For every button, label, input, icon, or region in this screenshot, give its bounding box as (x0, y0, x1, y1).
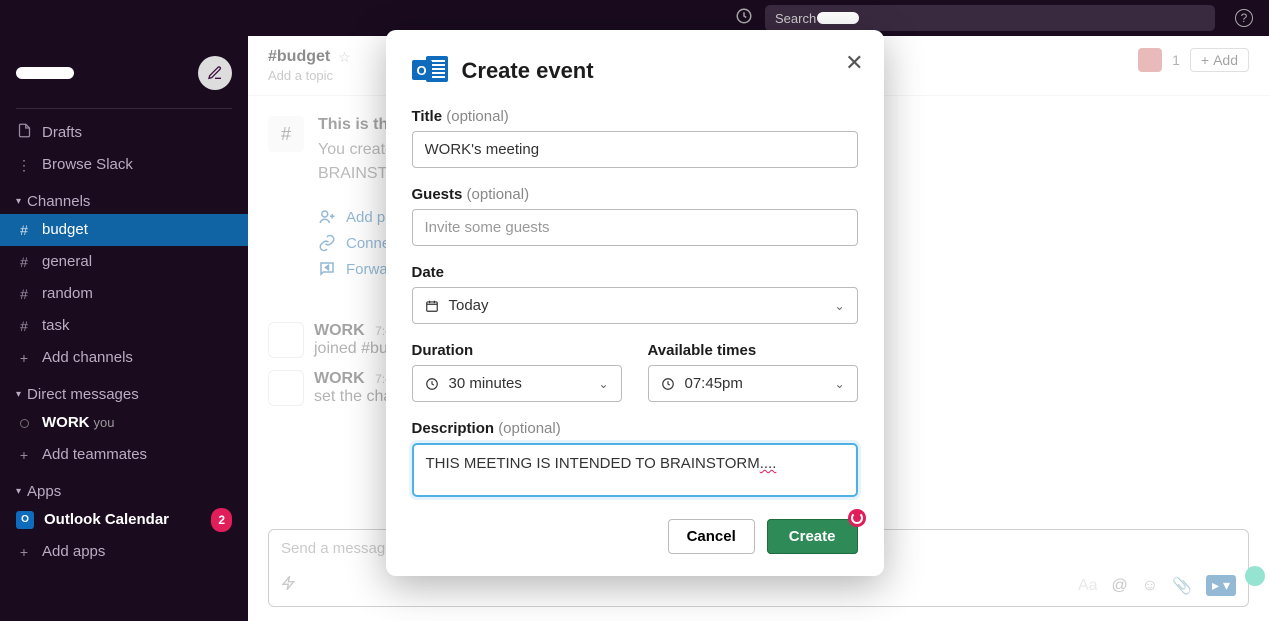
duration-label: Duration (412, 342, 622, 359)
title-input[interactable] (412, 131, 858, 168)
clock-icon (425, 377, 439, 391)
chevron-down-icon: ⌄ (598, 377, 608, 391)
create-button[interactable]: Create (767, 519, 858, 554)
date-select[interactable]: Today ⌄ (412, 287, 858, 324)
available-label: Available times (648, 342, 858, 359)
available-select[interactable]: 07:45pm ⌄ (648, 365, 858, 402)
clock-icon (661, 377, 675, 391)
modal-title: Create event (462, 58, 594, 84)
guests-label: Guests (optional) (412, 186, 858, 203)
cancel-button[interactable]: Cancel (668, 519, 755, 554)
create-event-modal: O Create event ✕ Title (optional) Guests… (386, 30, 884, 576)
chevron-down-icon: ⌄ (834, 299, 844, 313)
loading-indicator (848, 509, 866, 527)
duration-select[interactable]: 30 minutes ⌄ (412, 365, 622, 402)
modal-backdrop: O Create event ✕ Title (optional) Guests… (0, 0, 1269, 621)
guests-input[interactable] (412, 209, 858, 246)
outlook-calendar-icon: O (412, 52, 448, 90)
description-label: Description (optional) (412, 420, 858, 437)
description-input[interactable]: THIS MEETING IS INTENDED TO BRAINSTORM..… (412, 443, 858, 497)
title-label: Title (optional) (412, 108, 858, 125)
close-icon[interactable]: ✕ (845, 50, 863, 76)
calendar-icon (425, 299, 439, 313)
date-label: Date (412, 264, 858, 281)
chevron-down-icon: ⌄ (834, 377, 844, 391)
